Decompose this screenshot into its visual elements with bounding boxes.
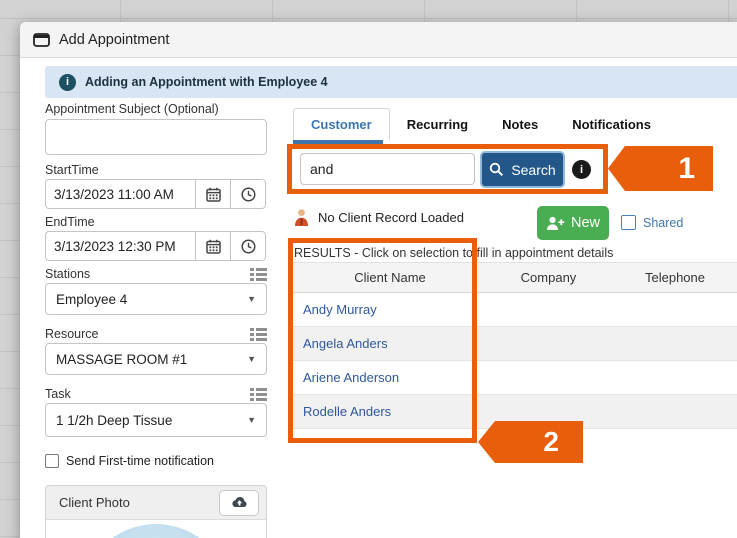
start-clock-button[interactable] [230,179,266,209]
resource-select[interactable]: MASSAGE ROOM #1 ▼ [45,343,267,375]
tab-notes[interactable]: Notes [485,108,555,140]
appointment-form: Appointment Subject (Optional) StartTime [45,102,267,538]
search-button-label: Search [511,162,555,178]
subject-input[interactable] [45,119,267,155]
results-caption: RESULTS - Click on selection to fill in … [294,246,613,260]
dialog-title: Add Appointment [59,32,169,48]
results-table: Client Name Company Telephone Andy Murra… [293,262,737,429]
active-tab-underline [293,140,383,144]
stations-list-icon[interactable] [250,268,267,281]
task-list-icon[interactable] [250,388,267,401]
start-calendar-button[interactable] [195,179,231,209]
end-time-label: EndTime [45,215,267,229]
start-time-label: StartTime [45,163,267,177]
subject-label: Appointment Subject (Optional) [45,102,267,116]
end-time-input[interactable] [45,231,195,261]
tab-notifications[interactable]: Notifications [555,108,668,140]
chevron-down-icon: ▼ [247,294,256,304]
stations-select[interactable]: Employee 4 ▼ [45,283,267,315]
person-add-icon [546,216,565,231]
callout-number-1: 1 [678,152,695,186]
start-time-group [45,179,267,209]
client-status-text: No Client Record Loaded [318,210,464,225]
resource-value: MASSAGE ROOM #1 [56,352,187,367]
first-time-notification-label: Send First-time notification [66,454,214,468]
client-name-link[interactable]: Rodelle Anders [293,404,487,419]
client-photo-panel: Client Photo [45,485,267,538]
end-calendar-button[interactable] [195,231,231,261]
cloud-upload-icon [231,496,248,509]
tab-customer[interactable]: Customer [293,108,390,140]
start-time-input[interactable] [45,179,195,209]
resource-label: Resource [45,327,99,341]
search-button[interactable]: Search [480,151,565,188]
client-photo-area [46,520,266,538]
clock-icon [241,187,256,202]
avatar-placeholder [81,524,231,538]
callout-arrow-1: 1 [608,146,713,191]
task-label: Task [45,387,71,401]
person-icon [293,208,310,227]
search-icon [489,162,504,177]
add-appointment-dialog: Add Appointment i Adding an Appointment … [20,22,737,538]
client-status: No Client Record Loaded [293,208,464,227]
client-name-link[interactable]: Angela Anders [293,336,487,351]
task-select[interactable]: 1 1/2h Deep Tissue ▼ [45,403,267,437]
tab-recurring[interactable]: Recurring [390,108,485,140]
stations-value: Employee 4 [56,292,127,307]
chevron-down-icon: ▼ [247,415,256,425]
new-client-button[interactable]: New [537,206,609,240]
tab-bar: Customer Recurring Notes Notifications [293,108,668,140]
clock-icon [241,239,256,254]
new-button-label: New [571,215,600,231]
callout-number-2: 2 [543,426,559,458]
info-banner: i Adding an Appointment with Employee 4 [45,66,737,98]
results-table-header: Client Name Company Telephone [293,262,737,293]
dialog-header: Add Appointment [20,22,737,58]
photo-upload-button[interactable] [219,490,259,516]
table-row[interactable]: Angela Anders [293,327,737,361]
column-client-name: Client Name [293,270,487,285]
search-info-icon[interactable]: i [572,160,591,179]
callout-arrow-2: 2 [478,421,583,463]
info-banner-text: Adding an Appointment with Employee 4 [85,75,328,89]
shared-label: Shared [643,216,683,230]
table-row[interactable]: Ariene Anderson [293,361,737,395]
client-name-link[interactable]: Andy Murray [293,302,487,317]
stations-label: Stations [45,267,90,281]
end-time-group [45,231,267,261]
info-icon: i [59,74,76,91]
client-photo-label: Client Photo [59,495,130,510]
calendar-icon [206,239,221,254]
column-company: Company [487,270,610,285]
appointment-window-icon [33,33,50,47]
client-search-input[interactable] [300,153,475,185]
task-value: 1 1/2h Deep Tissue [56,413,172,428]
table-row[interactable]: Andy Murray [293,293,737,327]
calendar-icon [206,187,221,202]
chevron-down-icon: ▼ [247,354,256,364]
column-telephone: Telephone [610,270,737,285]
end-clock-button[interactable] [230,231,266,261]
shared-checkbox[interactable] [621,215,636,230]
resource-list-icon[interactable] [250,328,267,341]
first-time-notification-checkbox[interactable] [45,454,59,468]
client-name-link[interactable]: Ariene Anderson [293,370,487,385]
shared-option: Shared [621,215,683,230]
